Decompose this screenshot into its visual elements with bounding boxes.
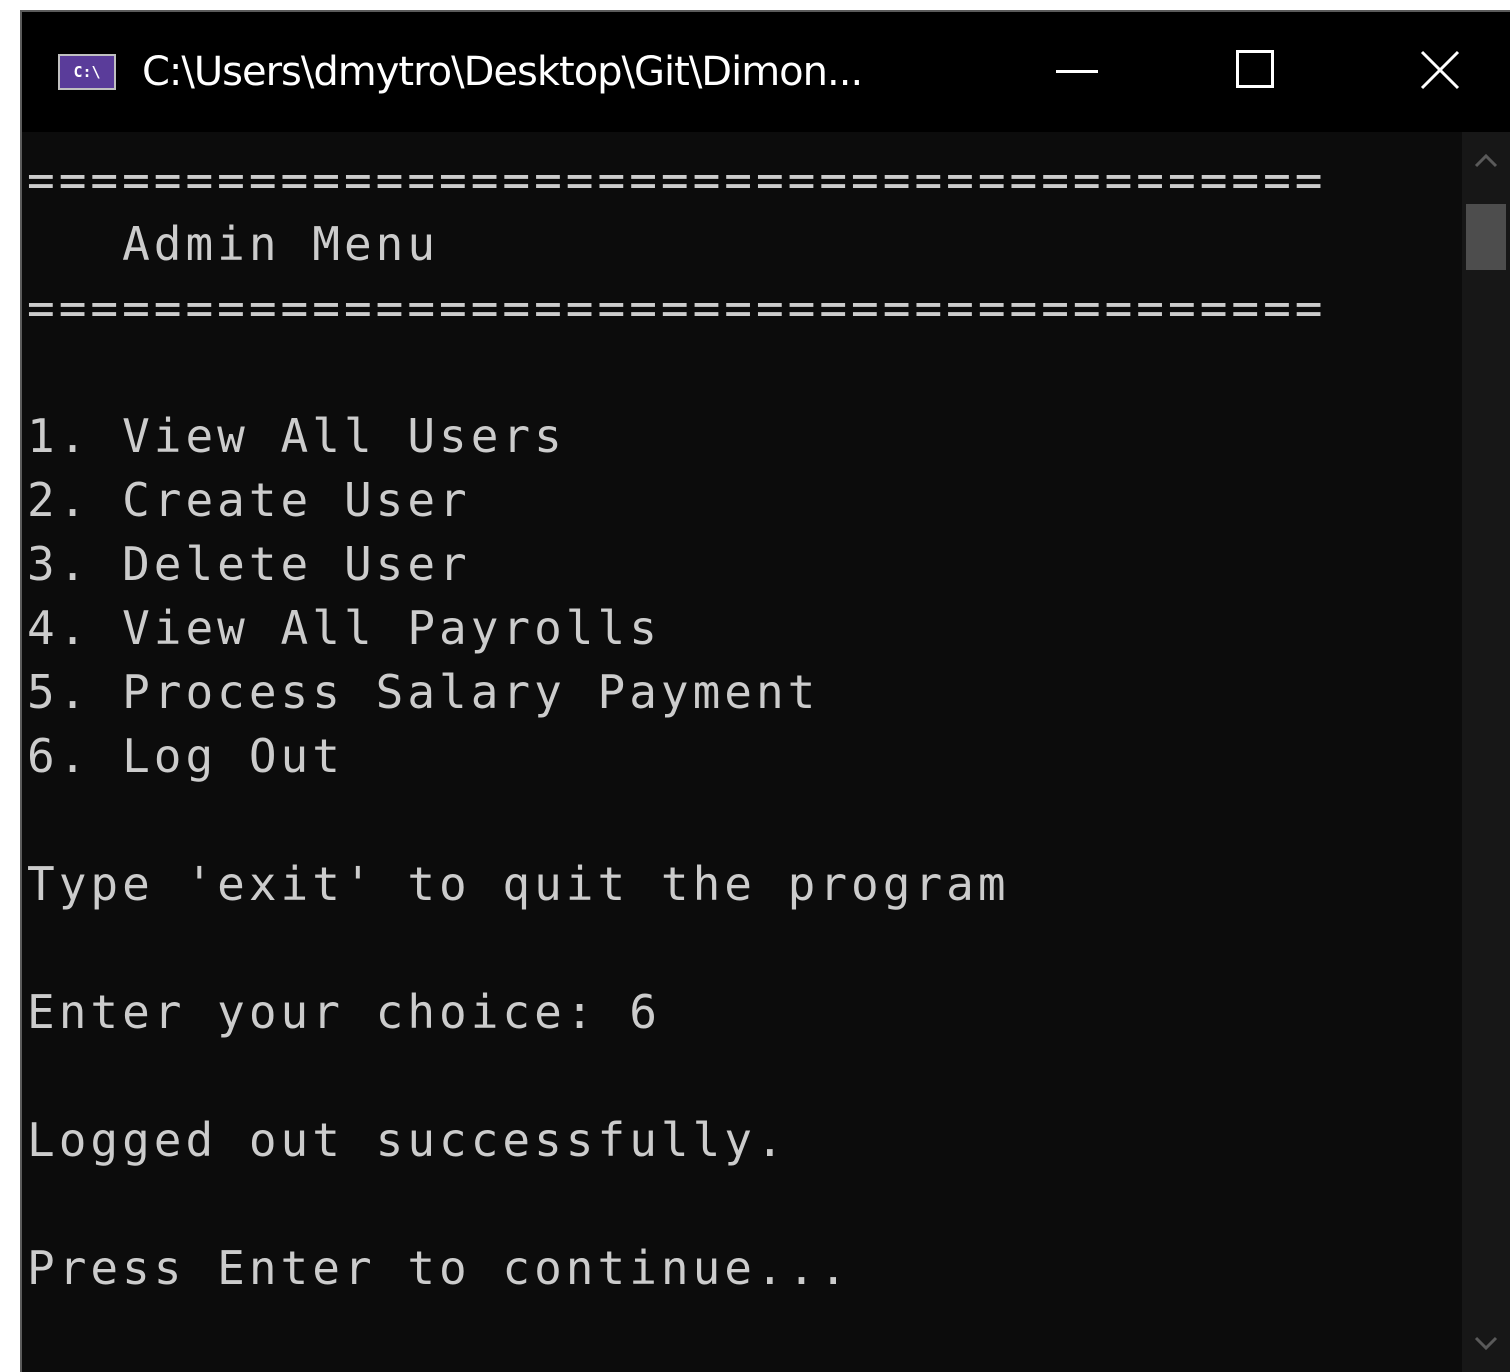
menu-item-view-all-payrolls: 4. View All Payrolls xyxy=(27,601,661,655)
window-title: C:\Users\dmytro\Desktop\Git\Dimon... xyxy=(142,49,863,95)
close-icon xyxy=(1420,50,1460,90)
separator-bottom: ========================================… xyxy=(27,281,1327,335)
menu-header: Admin Menu xyxy=(27,217,440,271)
title-bar[interactable]: C:\ C:\Users\dmytro\Desktop\Git\Dimon... xyxy=(22,12,1510,132)
status-message: Logged out successfully. xyxy=(27,1113,788,1167)
console-icon[interactable]: C:\ xyxy=(58,54,116,90)
separator-top: ========================================… xyxy=(27,153,1327,207)
choice-prompt: Enter your choice: 6 xyxy=(27,985,661,1039)
minimize-icon xyxy=(1056,70,1098,73)
menu-item-create-user: 2. Create User xyxy=(27,473,471,527)
menu-item-log-out: 6. Log Out xyxy=(27,729,344,783)
close-button[interactable] xyxy=(1348,12,1510,132)
menu-item-process-salary-payment: 5. Process Salary Payment xyxy=(27,665,820,719)
maximize-icon xyxy=(1236,50,1274,88)
minimize-button[interactable] xyxy=(988,12,1168,132)
console-window: C:\ C:\Users\dmytro\Desktop\Git\Dimon...… xyxy=(20,10,1510,1372)
continue-prompt: Press Enter to continue... xyxy=(27,1241,852,1295)
exit-hint: Type 'exit' to quit the program xyxy=(27,857,1010,911)
maximize-button[interactable] xyxy=(1168,12,1348,132)
menu-item-view-all-users: 1. View All Users xyxy=(27,409,566,463)
scrollbar-thumb[interactable] xyxy=(1466,204,1506,270)
scroll-down-icon[interactable] xyxy=(1462,1316,1510,1372)
vertical-scrollbar[interactable] xyxy=(1462,132,1510,1372)
menu-item-delete-user: 3. Delete User xyxy=(27,537,471,591)
scroll-up-icon[interactable] xyxy=(1462,132,1510,188)
console-output[interactable]: ========================================… xyxy=(22,132,1462,1372)
